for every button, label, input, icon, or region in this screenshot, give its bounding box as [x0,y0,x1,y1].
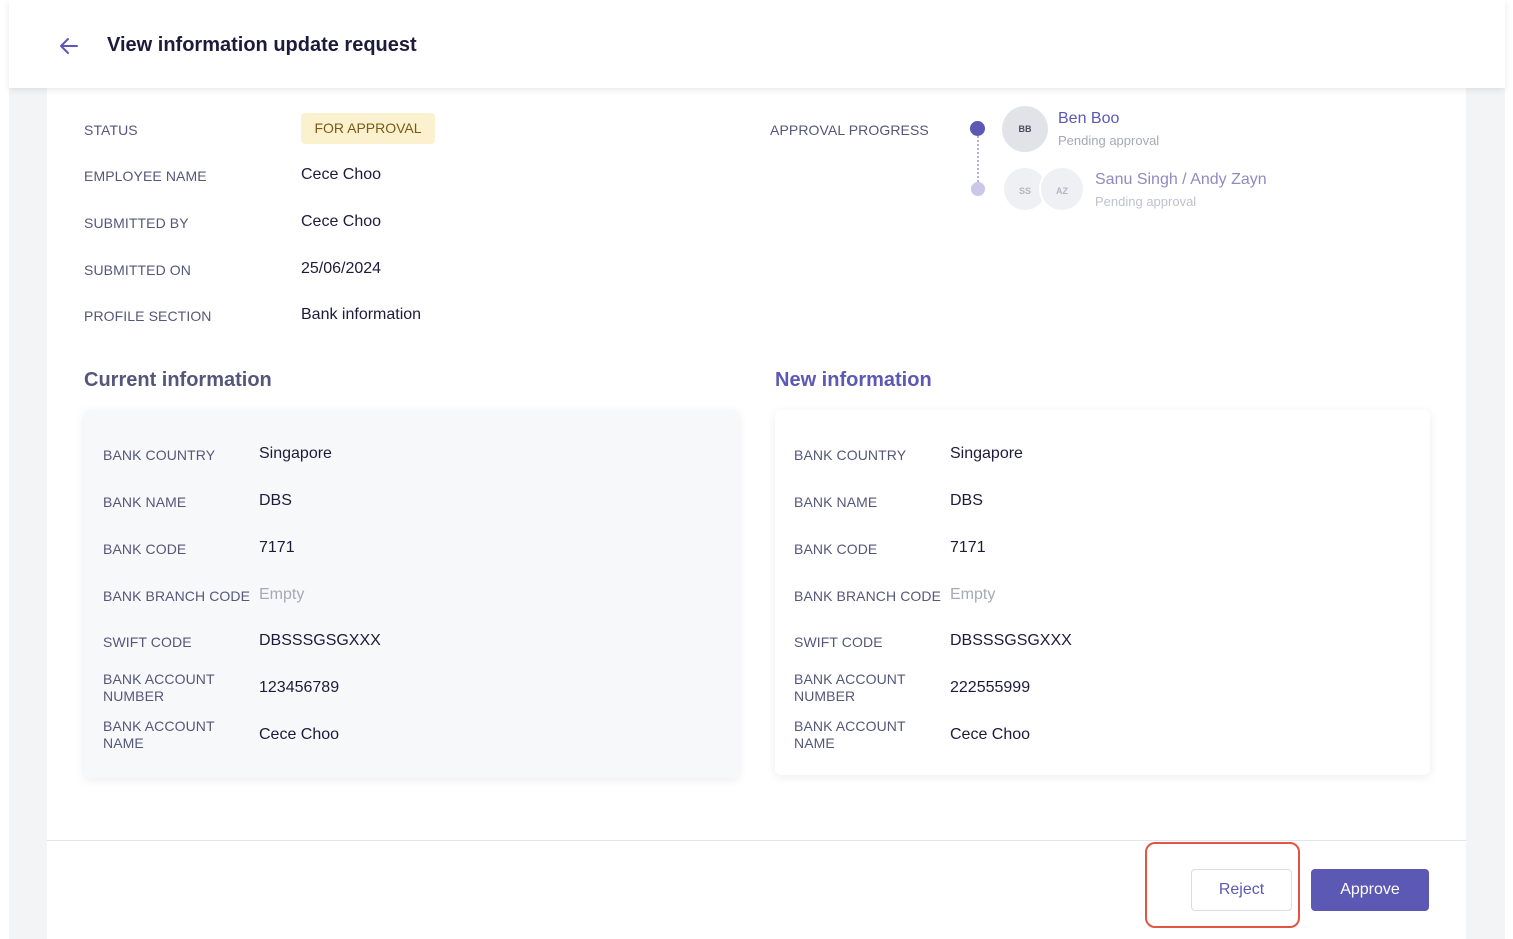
info-label: BANK ACCOUNT NUMBER [794,671,906,704]
info-label: BANK BRANCH CODE [794,588,942,604]
info-label: SWIFT CODE [794,634,883,650]
timeline-dot-active [970,121,985,136]
profile-section-value: Bank information [301,306,422,323]
profile-section-row: PROFILE SECTION Bank information [84,306,684,326]
info-value: DBS [950,492,983,509]
info-value: Cece Choo [259,726,340,743]
info-label: BANK ACCOUNT NAME [103,718,215,751]
timeline-dot-pending [971,182,985,196]
current-info-card: BANK COUNTRY Singapore BANK NAME DBS BAN… [84,410,739,778]
current-info-title: Current information [84,369,272,391]
submitted-by-row: SUBMITTED BY Cece Choo [84,213,684,233]
info-value: 222555999 [950,679,1031,696]
employee-name-value: Cece Choo [301,166,382,183]
info-value: Cece Choo [950,726,1031,743]
timeline-connector [977,136,979,182]
new-info-title: New information [775,369,932,391]
info-value: 123456789 [259,679,340,696]
submitted-on-row: SUBMITTED ON 25/06/2024 [84,260,684,280]
submitted-by-label: SUBMITTED BY [84,215,189,231]
page-title: View information update request [107,34,417,56]
new-info-card: BANK COUNTRY Singapore BANK NAME DBS BAN… [775,410,1430,775]
avatar: BB [1002,106,1048,152]
employee-name-row: EMPLOYEE NAME Cece Choo [84,166,684,186]
approval-progress-label: APPROVAL PROGRESS [770,122,929,138]
employee-name-label: EMPLOYEE NAME [84,168,207,184]
info-label: BANK COUNTRY [794,447,907,463]
info-value: Empty [259,586,305,603]
approver-status: Pending approval [1058,133,1160,148]
approver-name: Sanu Singh / Andy Zayn [1095,171,1267,188]
request-panel: STATUS FOR APPROVAL EMPLOYEE NAME Cece C… [47,88,1466,939]
info-label: SWIFT CODE [103,634,192,650]
info-value: DBSSSGSGXXX [950,632,1072,649]
footer-divider [47,840,1466,841]
info-value: DBS [259,492,292,509]
info-label: BANK ACCOUNT NUMBER [103,671,215,704]
info-value: 7171 [950,539,986,556]
submitted-on-value: 25/06/2024 [301,260,382,277]
info-value: Singapore [950,445,1023,462]
approver-status: Pending approval [1095,194,1197,209]
submitted-by-value: Cece Choo [301,213,382,230]
info-value: Empty [950,586,996,603]
info-label: BANK BRANCH CODE [103,588,251,604]
page-header: View information update request [9,0,1505,88]
status-label: STATUS [84,122,138,138]
reject-button[interactable]: Reject [1191,869,1292,911]
info-label: BANK NAME [794,494,878,510]
info-label: BANK CODE [103,541,187,557]
info-label: BANK CODE [794,541,878,557]
info-label: BANK COUNTRY [103,447,216,463]
arrow-left-icon[interactable] [57,34,81,58]
submitted-on-label: SUBMITTED ON [84,262,191,278]
info-value: DBSSSGSGXXX [259,632,381,649]
info-label: BANK NAME [103,494,187,510]
approve-button[interactable]: Approve [1311,869,1429,911]
info-label: BANK ACCOUNT NAME [794,718,906,751]
info-value: Singapore [259,445,332,462]
profile-section-label: PROFILE SECTION [84,308,212,324]
avatar: AZ [1039,166,1085,212]
status-badge: FOR APPROVAL [301,113,435,144]
approver-name: Ben Boo [1058,110,1120,127]
info-value: 7171 [259,539,295,556]
